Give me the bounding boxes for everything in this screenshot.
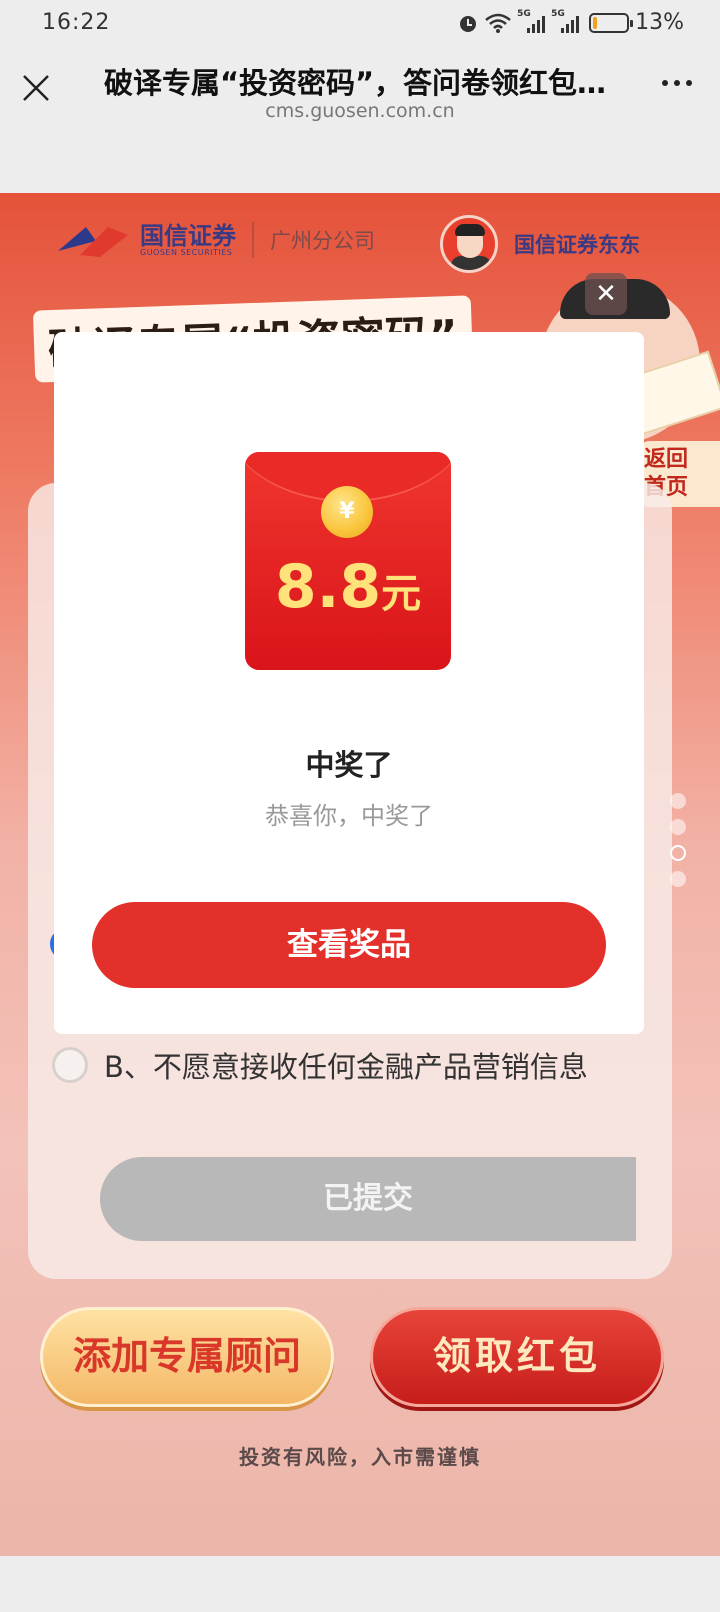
browser-title-bar: 破译专属“投资密码”，答问卷领红包… cms.guosen.com.cn xyxy=(0,48,720,134)
option-b[interactable]: B、不愿意接收任何金融产品营销信息 xyxy=(52,1044,588,1086)
page-url: cms.guosen.com.cn xyxy=(265,100,455,122)
battery-icon xyxy=(589,12,634,33)
red-packet-icon: ¥ 8.8元 xyxy=(245,452,451,670)
submitted-button[interactable]: 已提交 xyxy=(100,1157,636,1241)
divider xyxy=(252,222,254,258)
option-b-label: B、不愿意接收任何金融产品营销信息 xyxy=(104,1050,588,1084)
logo-name: 国信证券 xyxy=(140,221,236,250)
modal-subtitle: 恭喜你，中奖了 xyxy=(265,802,433,830)
bottom-strip xyxy=(0,1556,720,1612)
more-icon[interactable] xyxy=(662,80,692,86)
guosen-logo-icon xyxy=(58,227,128,257)
modal-close-icon[interactable]: ✕ xyxy=(585,273,627,315)
prize-amount: 8.8元 xyxy=(245,552,451,622)
coin-icon: ¥ xyxy=(321,486,373,538)
branch-name: 广州分公司 xyxy=(270,229,375,253)
page-dot-active xyxy=(670,845,686,861)
host-row: 国信证券东东 xyxy=(440,215,640,273)
add-advisor-button[interactable]: 添加专属顾问 xyxy=(40,1307,334,1407)
battery-percent: 13% xyxy=(635,10,684,35)
page-dot xyxy=(670,819,686,835)
network-type-1: 5G xyxy=(517,8,531,19)
page-dot xyxy=(670,793,686,809)
risk-note: 投资有风险，入市需谨慎 xyxy=(239,1445,481,1469)
back-home-line-1: 返回 xyxy=(644,447,689,472)
status-bar: 16:22 5G 5G 13% xyxy=(0,0,720,48)
page-title: 破译专属“投资密码”，答问卷领红包… xyxy=(103,66,607,100)
modal-title: 中奖了 xyxy=(305,748,393,782)
alarm-icon xyxy=(460,15,477,32)
host-name: 国信证券东东 xyxy=(514,233,640,257)
status-icons: 5G 5G 13% xyxy=(457,9,684,35)
radio-button[interactable] xyxy=(52,1047,88,1083)
view-prize-button[interactable]: 查看奖品 xyxy=(92,902,606,988)
logo-text-block: 国信证券 GUOSEN SECURITIES xyxy=(140,224,236,257)
page-dot xyxy=(670,871,686,887)
brand-logo-row: 国信证券 GUOSEN SECURITIES 广州分公司 xyxy=(56,221,375,259)
signal-icon: 5G xyxy=(551,9,580,33)
network-type-2: 5G xyxy=(551,8,565,19)
wifi-icon xyxy=(485,13,511,33)
logo-en: GUOSEN SECURITIES xyxy=(140,247,233,257)
prize-modal: ¥ 8.8元 中奖了 恭喜你，中奖了 查看奖品 xyxy=(54,332,644,1034)
prize-amount-unit: 元 xyxy=(381,571,422,617)
status-time: 16:22 xyxy=(42,10,111,35)
page-indicator xyxy=(670,793,686,887)
avatar xyxy=(440,215,498,273)
claim-red-packet-button[interactable]: 领取红包 xyxy=(370,1307,664,1407)
prize-amount-value: 8.8 xyxy=(274,552,382,622)
signal-icon: 5G xyxy=(517,9,546,33)
